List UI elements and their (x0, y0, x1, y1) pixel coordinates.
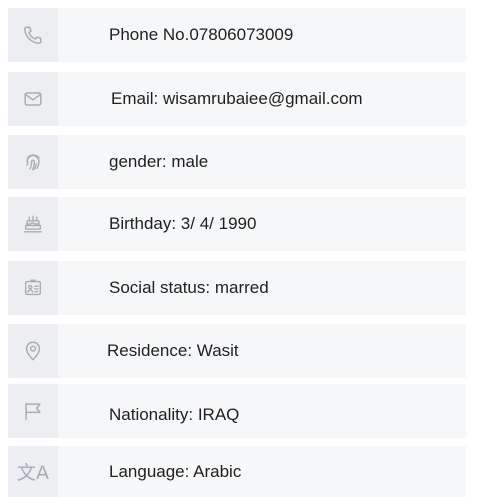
flag-icon (8, 384, 58, 438)
info-label-residence: Residence: Wasit (107, 341, 239, 360)
info-label-birthday: Birthday: 3/ 4/ 1990 (109, 214, 257, 233)
info-row-gender: gender: male (8, 135, 466, 189)
id-card-icon (8, 261, 58, 315)
info-row-residence: Residence: Wasit (8, 324, 466, 378)
info-label-nationality: Nationality: IRAQ (109, 405, 240, 424)
mail-icon (8, 72, 58, 126)
cake-icon (8, 197, 58, 251)
info-row-email: Email: wisamrubaiee@gmail.com (8, 72, 466, 126)
fingerprint-icon (8, 135, 58, 189)
info-row-phone: Phone No.07806073009 (8, 8, 466, 62)
info-label-social-status: Social status: marred (109, 278, 269, 297)
info-row-birthday: Birthday: 3/ 4/ 1990 (8, 197, 466, 251)
info-label-gender: gender: male (109, 152, 209, 171)
phone-icon (8, 8, 58, 62)
translate-icon: 文A (8, 446, 58, 497)
info-row-language: 文A Language: Arabic (8, 446, 466, 497)
info-label-phone: Phone No.07806073009 (109, 25, 294, 44)
info-row-social-status: Social status: marred (8, 261, 466, 315)
info-row-nationality: Nationality: IRAQ (8, 384, 466, 438)
location-pin-icon (8, 324, 58, 378)
personal-info-list: Phone No.07806073009 Email: wisamrubaiee… (0, 0, 480, 497)
info-label-email: Email: wisamrubaiee@gmail.com (111, 89, 363, 108)
info-label-language: Language: Arabic (109, 461, 242, 481)
